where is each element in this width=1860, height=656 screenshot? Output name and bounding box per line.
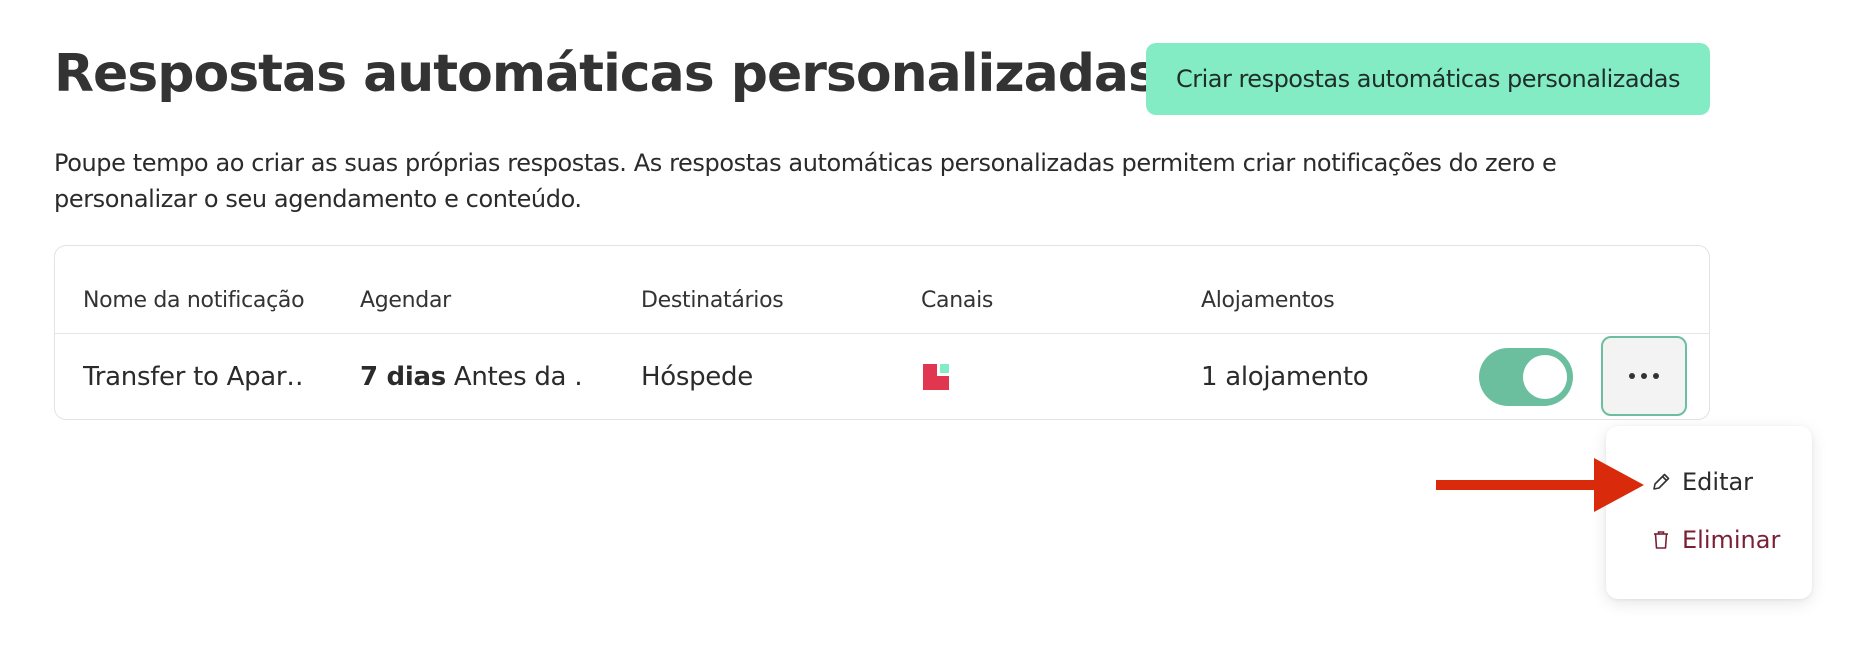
create-custom-reply-button[interactable]: Criar respostas automáticas personalizad… bbox=[1146, 43, 1710, 115]
enable-toggle[interactable] bbox=[1479, 348, 1573, 406]
ellipsis-icon bbox=[1629, 373, 1659, 379]
row-actions-menu: Editar Eliminar bbox=[1606, 426, 1812, 599]
schedule-days: 7 dias bbox=[360, 362, 446, 392]
column-header-schedule: Agendar bbox=[360, 288, 451, 313]
menu-item-delete-label: Eliminar bbox=[1682, 526, 1781, 554]
notification-name: Transfer to Apar… bbox=[83, 362, 303, 392]
page-description: Poupe tempo ao criar as suas próprias re… bbox=[54, 149, 1557, 213]
column-header-recipients: Destinatários bbox=[641, 288, 784, 313]
notification-schedule: 7 dias Antes da … bbox=[360, 362, 580, 392]
page: Respostas automáticas personalizadas Cri… bbox=[0, 0, 1860, 656]
notifications-table: Nome da notificação Agendar Destinatário… bbox=[54, 245, 1710, 420]
toggle-knob bbox=[1523, 355, 1567, 399]
column-header-channels: Canais bbox=[921, 288, 994, 313]
more-options-button[interactable] bbox=[1601, 336, 1687, 416]
menu-item-edit-label: Editar bbox=[1682, 468, 1754, 496]
table-row[interactable]: Transfer to Apar… 7 dias Antes da … Hósp… bbox=[55, 334, 1709, 420]
table-header: Nome da notificação Agendar Destinatário… bbox=[55, 246, 1709, 334]
notification-recipients: Hóspede bbox=[641, 362, 753, 392]
notification-properties: 1 alojamento bbox=[1201, 362, 1369, 392]
pencil-icon bbox=[1650, 471, 1672, 493]
menu-item-edit[interactable]: Editar bbox=[1650, 468, 1753, 496]
trash-icon bbox=[1650, 529, 1672, 551]
pointer-arrow-icon bbox=[1436, 458, 1644, 512]
page-title: Respostas automáticas personalizadas bbox=[54, 44, 1159, 104]
column-header-properties: Alojamentos bbox=[1201, 288, 1335, 313]
column-header-name: Nome da notificação bbox=[83, 288, 305, 313]
menu-item-delete[interactable]: Eliminar bbox=[1650, 526, 1780, 554]
schedule-detail: Antes da … bbox=[453, 362, 580, 392]
airbnb-channel-icon bbox=[923, 364, 949, 390]
